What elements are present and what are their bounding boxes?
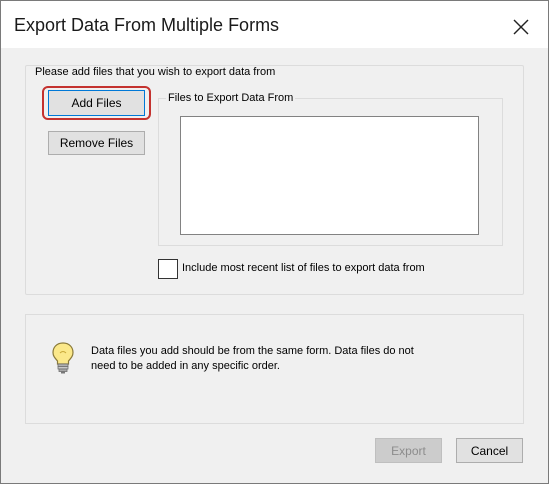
- lightbulb-icon: [52, 342, 74, 374]
- export-button[interactable]: Export: [375, 438, 442, 463]
- info-text: Data files you add should be from the sa…: [91, 344, 471, 374]
- info-text-line: need to be added in any specific order.: [91, 360, 280, 372]
- recent-files-checkbox[interactable]: [158, 259, 178, 279]
- dialog-title: Export Data From Multiple Forms: [14, 15, 280, 35]
- files-group-label: Please add files that you wish to export…: [33, 66, 278, 78]
- files-list-label: Files to Export Data From: [166, 92, 296, 104]
- remove-files-button[interactable]: Remove Files: [48, 131, 145, 155]
- info-text-line: Data files you add should be from the sa…: [91, 345, 414, 357]
- recent-files-checkbox-label[interactable]: Include most recent list of files to exp…: [182, 262, 425, 274]
- files-listbox[interactable]: [180, 116, 479, 235]
- title-bar: Export Data From Multiple Forms: [1, 1, 548, 48]
- close-button[interactable]: [507, 13, 535, 41]
- cancel-button[interactable]: Cancel: [456, 438, 523, 463]
- add-files-button[interactable]: Add Files: [48, 90, 145, 116]
- close-icon: [513, 19, 529, 35]
